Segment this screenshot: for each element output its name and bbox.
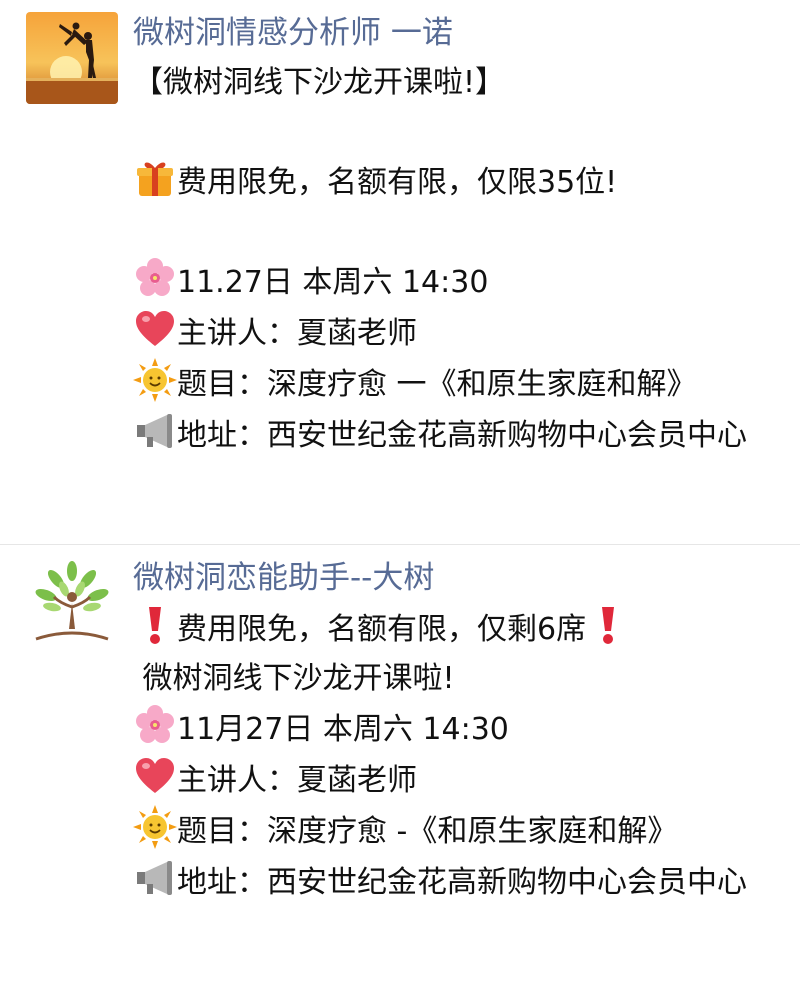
post-line: 主讲人：夏菡老师 bbox=[133, 754, 780, 805]
post-content: 微树洞恋能助手--大树 费用限免，名额有限，仅剩6席 微树洞线下沙龙开课啦! 1… bbox=[133, 553, 780, 907]
line-text: 地址：西安世纪金花高新购物中心会员中心 bbox=[177, 418, 747, 453]
exclamation-icon bbox=[133, 603, 177, 647]
post-line: 【微树洞线下沙龙开课啦!】 bbox=[133, 58, 780, 107]
avatar[interactable] bbox=[26, 12, 118, 104]
cherry-blossom-icon bbox=[133, 256, 177, 300]
heart-icon bbox=[133, 754, 177, 798]
line-text: 11月27日 本周六 14:30 bbox=[177, 712, 509, 747]
post-line: 11.27日 本周六 14:30 bbox=[133, 256, 780, 307]
loudspeaker-icon bbox=[133, 409, 177, 453]
exclamation-icon bbox=[586, 603, 630, 647]
line-text: 【微树洞线下沙龙开课啦!】 bbox=[133, 65, 506, 100]
post-line: 微树洞线下沙龙开课啦! bbox=[133, 654, 780, 703]
author-name[interactable]: 微树洞恋能助手--大树 bbox=[133, 553, 780, 603]
sun-face-icon bbox=[133, 805, 177, 849]
post-line: 题目：深度疗愈 一《和原生家庭和解》 bbox=[133, 358, 780, 409]
gift-icon bbox=[133, 156, 177, 200]
post-content: 微树洞情感分析师 一诺 【微树洞线下沙龙开课啦!】 费用限免，名额有限，仅限35… bbox=[133, 8, 780, 460]
author-name[interactable]: 微树洞情感分析师 一诺 bbox=[133, 8, 780, 58]
post-line: 费用限免，名额有限，仅剩6席 bbox=[133, 603, 780, 654]
avatar[interactable] bbox=[26, 557, 118, 649]
line-text: 地址：西安世纪金花高新购物中心会员中心 bbox=[177, 865, 747, 900]
line-text: 主讲人：夏菡老师 bbox=[177, 316, 417, 351]
post-line: 题目：深度疗愈 -《和原生家庭和解》 bbox=[133, 805, 780, 856]
line-text: 微树洞线下沙龙开课啦! bbox=[133, 661, 455, 696]
line-text: 11.27日 本周六 14:30 bbox=[177, 265, 489, 300]
sun-face-icon bbox=[133, 358, 177, 402]
post-line: 主讲人：夏菡老师 bbox=[133, 307, 780, 358]
line-text: 题目：深度疗愈 -《和原生家庭和解》 bbox=[177, 814, 678, 849]
post-line: 地址：西安世纪金花高新购物中心会员中心 bbox=[133, 856, 780, 907]
sunset-couple-avatar-icon bbox=[26, 12, 118, 104]
loudspeaker-icon bbox=[133, 856, 177, 900]
message-post: 微树洞情感分析师 一诺 【微树洞线下沙龙开课啦!】 费用限免，名额有限，仅限35… bbox=[0, 0, 800, 544]
line-text: 费用限免，名额有限，仅剩6席 bbox=[177, 612, 587, 647]
line-text: 费用限免，名额有限，仅限35位! bbox=[177, 165, 618, 200]
line-text: 主讲人：夏菡老师 bbox=[177, 763, 417, 798]
tree-person-avatar-icon bbox=[26, 557, 118, 649]
post-line: 费用限免，名额有限，仅限35位! bbox=[133, 156, 780, 207]
post-line: 地址：西安世纪金花高新购物中心会员中心 bbox=[133, 409, 780, 460]
heart-icon bbox=[133, 307, 177, 351]
post-line: 11月27日 本周六 14:30 bbox=[133, 703, 780, 754]
cherry-blossom-icon bbox=[133, 703, 177, 747]
line-text: 题目：深度疗愈 一《和原生家庭和解》 bbox=[177, 367, 697, 402]
message-post: 微树洞恋能助手--大树 费用限免，名额有限，仅剩6席 微树洞线下沙龙开课啦! 1… bbox=[0, 544, 800, 993]
